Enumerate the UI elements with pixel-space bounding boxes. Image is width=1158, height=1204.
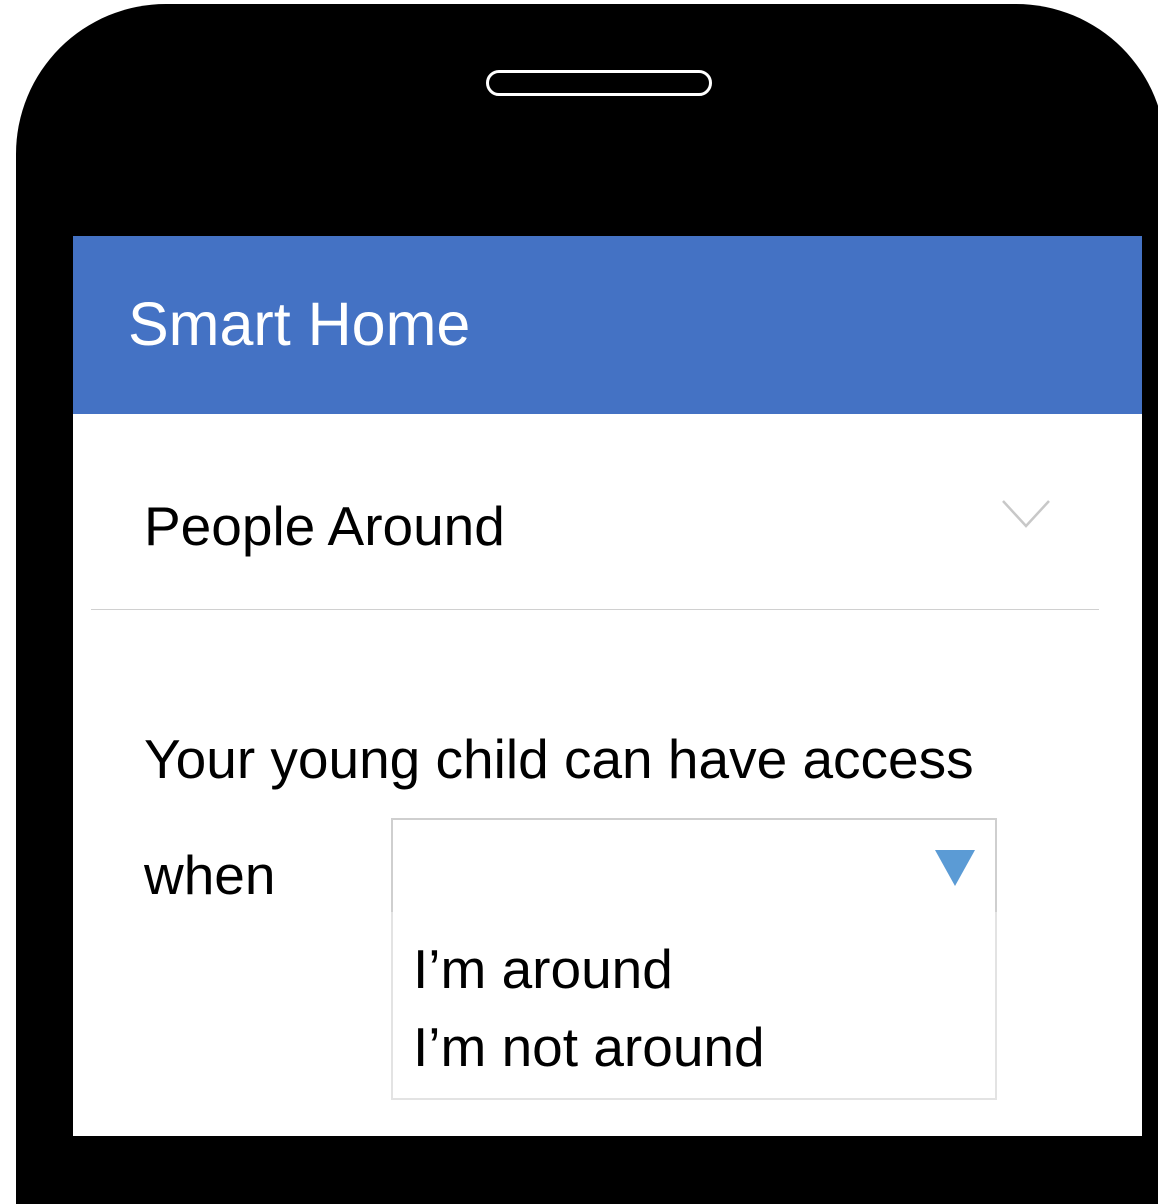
condition-select[interactable]	[391, 818, 997, 914]
section-header-people-around[interactable]: People Around	[91, 414, 1099, 610]
app-bar: Smart Home	[73, 236, 1142, 414]
speaker-grille	[486, 70, 712, 96]
access-rule-text: Your young child can have access	[144, 728, 974, 790]
app-title: Smart Home	[128, 290, 471, 358]
option-im-around[interactable]: I’m around	[413, 942, 673, 997]
section-title: People Around	[144, 495, 505, 557]
option-im-not-around[interactable]: I’m not around	[413, 1020, 765, 1075]
app-screen: Smart Home People Around Your young chil…	[73, 236, 1142, 1136]
when-label: when	[144, 844, 276, 906]
phone-frame: Smart Home People Around Your young chil…	[16, 4, 1158, 1204]
chevron-down-icon[interactable]	[1001, 499, 1051, 529]
condition-dropdown-menu: I’m around I’m not around	[391, 912, 997, 1100]
triangle-down-icon[interactable]	[935, 850, 975, 886]
